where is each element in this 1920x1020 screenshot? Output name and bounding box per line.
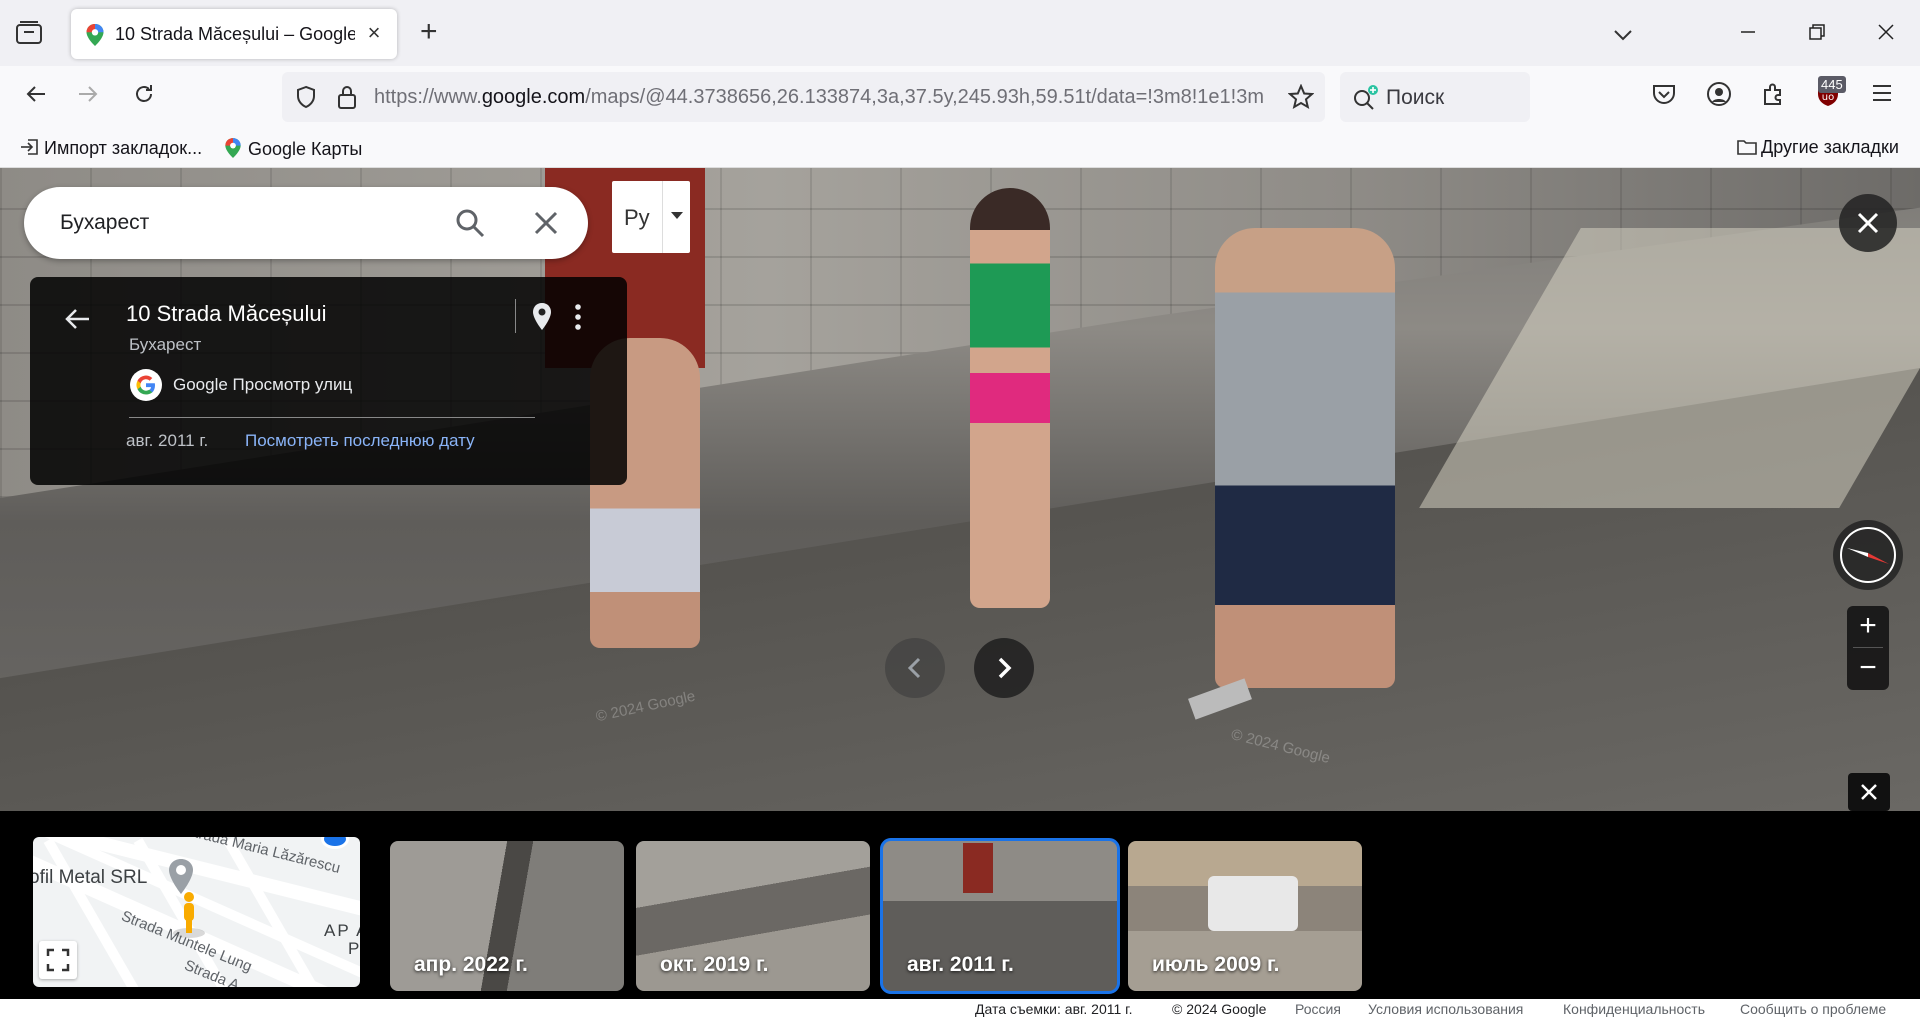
mini-map[interactable]: Strada Maria Lăzărescu ofil Metal SRL St…	[33, 837, 360, 987]
card-divider	[129, 417, 535, 418]
browser-search-box[interactable]: Поиск	[1340, 72, 1530, 122]
expand-map-icon[interactable]	[39, 941, 77, 979]
search-icon[interactable]	[452, 205, 488, 241]
panorama-person-woman	[1215, 228, 1395, 688]
bookmark-star-icon[interactable]	[1287, 83, 1315, 115]
account-icon[interactable]	[1706, 81, 1738, 113]
bookmarks-bar: Импорт закладок... Google Карты Другие з…	[0, 128, 1920, 168]
extensions-icon[interactable]	[1760, 81, 1792, 113]
browser-search-placeholder: Поиск	[1386, 86, 1445, 109]
tab-bar: 10 Strada Măceșului – Google К × +	[0, 0, 1920, 66]
thumb-label: авг. 2011 г.	[907, 953, 1014, 976]
timeline-thumb-2022[interactable]: апр. 2022 г.	[390, 841, 624, 991]
google-maps-bookmark-icon	[224, 137, 242, 164]
timeline-thumb-2009[interactable]: июль 2009 г.	[1128, 841, 1362, 991]
back-arrow-icon[interactable]	[62, 303, 94, 340]
forward-icon[interactable]	[70, 80, 106, 116]
zoom-control: + −	[1847, 606, 1889, 690]
bookmark-import[interactable]: Импорт закладок...	[20, 137, 202, 162]
maps-search-box[interactable]: Бухарест	[24, 187, 588, 259]
panorama-sunlight	[1419, 228, 1920, 508]
footer-capture-date: Дата съемки: авг. 2011 г.	[975, 1001, 1133, 1017]
mm-pegman-icon	[171, 889, 207, 944]
clear-search-icon[interactable]	[528, 205, 564, 241]
language-label: Ру	[624, 205, 650, 230]
mm-label-area: AP A	[324, 921, 360, 940]
maps-footer: Дата съемки: авг. 2011 г. © 2024 Google …	[0, 999, 1920, 1020]
language-button[interactable]: Ру	[612, 181, 690, 253]
mm-poi-icon	[321, 837, 349, 849]
compass-icon[interactable]	[1833, 520, 1903, 590]
tab-list-icon[interactable]	[14, 20, 44, 46]
ublock-badge-count: 445	[1818, 76, 1846, 93]
new-tab-icon[interactable]: +	[420, 17, 438, 47]
imagery-source: Google Просмотр улиц	[173, 375, 353, 394]
tab-title: 10 Strada Măceșului – Google К	[115, 24, 355, 44]
bookmark-import-label: Импорт закладок...	[44, 138, 203, 158]
lock-icon[interactable]	[336, 84, 358, 115]
bookmark-google-maps-label: Google Карты	[248, 139, 363, 159]
restore-icon[interactable]	[1797, 14, 1837, 54]
bookmark-google-maps[interactable]: Google Карты	[224, 137, 362, 164]
street-view-panorama[interactable]: © 2024 Google © 2024 Google	[0, 168, 1920, 811]
location-info-card: 10 Strada Măceșului Бухарест Google Прос…	[30, 277, 627, 485]
thumb-label: окт. 2019 г.	[660, 953, 769, 976]
zoom-in-button[interactable]: +	[1847, 606, 1889, 648]
svg-text:uo: uo	[1822, 92, 1834, 103]
divider	[515, 299, 516, 333]
menu-icon[interactable]	[1870, 81, 1902, 113]
location-city: Бухарест	[129, 335, 202, 354]
active-tab[interactable]: 10 Strada Măceșului – Google К ×	[71, 9, 397, 59]
google-logo-icon	[130, 369, 162, 401]
navigation-bar: https://www.google.com/maps/@44.3738656,…	[0, 66, 1920, 128]
more-options-icon[interactable]	[573, 301, 583, 338]
thumb-van	[1208, 876, 1298, 931]
close-street-view-button[interactable]	[1839, 194, 1897, 252]
back-icon[interactable]	[18, 80, 54, 116]
location-pin-icon[interactable]	[530, 301, 554, 338]
location-title: 10 Strada Măceșului	[126, 301, 327, 326]
close-timeline-icon[interactable]	[1848, 773, 1890, 811]
tab-overflow-chevron-icon[interactable]	[1603, 14, 1643, 54]
panorama-person-girl	[970, 188, 1050, 608]
other-bookmarks-label: Другие закладки	[1761, 137, 1899, 157]
timeline-thumb-2011[interactable]: авг. 2011 г.	[880, 838, 1120, 994]
search-engine-icon	[1352, 84, 1380, 115]
footer-privacy-link[interactable]: Конфиденциальность	[1563, 1001, 1705, 1017]
tab-close-icon[interactable]: ×	[363, 22, 385, 45]
minimize-icon[interactable]	[1728, 14, 1768, 54]
url-text[interactable]: https://www.google.com/maps/@44.3738656,…	[374, 86, 1274, 109]
reload-icon[interactable]	[126, 80, 162, 116]
footer-copyright: © 2024 Google	[1172, 1001, 1267, 1017]
zoom-out-button[interactable]: −	[1847, 648, 1889, 690]
footer-country[interactable]: Россия	[1295, 1001, 1341, 1017]
mm-label-area-2: P	[348, 939, 360, 958]
caret-down-icon[interactable]	[662, 181, 690, 253]
maps-search-input[interactable]: Бухарест	[60, 211, 149, 235]
thumb-label: апр. 2022 г.	[414, 953, 528, 976]
previous-image-button[interactable]	[885, 638, 945, 698]
tracking-shield-icon[interactable]	[294, 85, 318, 114]
footer-report-link[interactable]: Сообщить о проблеме	[1740, 1001, 1886, 1017]
address-bar[interactable]: https://www.google.com/maps/@44.3738656,…	[282, 72, 1325, 122]
close-window-icon[interactable]	[1866, 14, 1906, 54]
folder-icon	[1737, 138, 1757, 161]
timeline-thumb-2019[interactable]: окт. 2019 г.	[636, 841, 870, 991]
footer-terms-link[interactable]: Условия использования	[1368, 1001, 1523, 1017]
capture-date: авг. 2011 г.	[126, 431, 209, 450]
thumb-label: июль 2009 г.	[1152, 953, 1280, 976]
next-image-button[interactable]	[974, 638, 1034, 698]
thumb-gate	[963, 843, 993, 893]
import-icon	[20, 137, 40, 162]
other-bookmarks[interactable]: Другие закладки	[1737, 137, 1899, 161]
latest-date-link[interactable]: Посмотреть последнюю дату	[245, 431, 475, 451]
pocket-icon[interactable]	[1651, 81, 1683, 113]
google-maps-favicon-icon	[85, 23, 105, 52]
mm-label-business: ofil Metal SRL	[33, 867, 148, 888]
